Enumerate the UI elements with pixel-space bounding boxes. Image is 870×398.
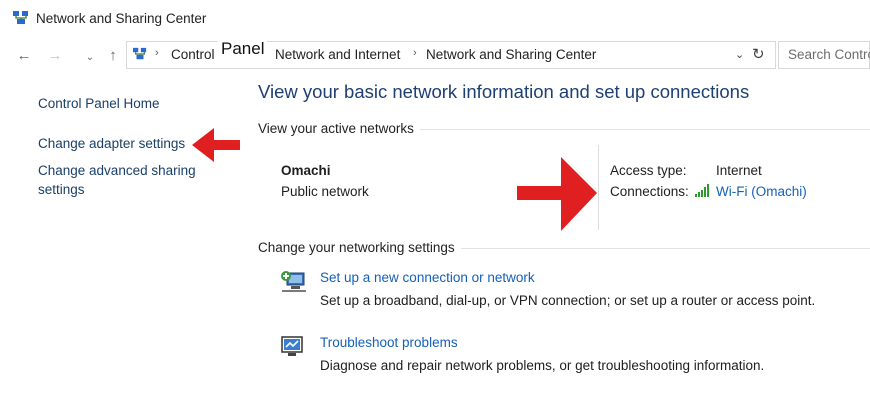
setup-connection-link[interactable]: Set up a new connection or network	[320, 270, 535, 285]
new-connection-icon[interactable]	[280, 268, 308, 294]
change-settings-heading: Change your networking settings	[258, 240, 461, 255]
search-placeholder[interactable]: Search Control Panel	[788, 47, 870, 62]
chevron-right-icon[interactable]: ›	[413, 47, 417, 59]
active-networks-heading: View your active networks	[258, 121, 420, 136]
network-center-icon	[12, 10, 30, 26]
sidebar-item-change-advanced-sharing[interactable]: Change advanced sharing settings	[38, 161, 213, 199]
breadcrumb-network-and-internet[interactable]: Network and Internet	[275, 47, 400, 62]
red-arrow-right-icon	[517, 157, 597, 231]
setup-connection-description: Set up a broadband, dial-up, or VPN conn…	[320, 293, 816, 308]
control-panel-icon	[132, 47, 148, 61]
annotation-label: Panel	[218, 37, 268, 61]
chevron-down-icon[interactable]: ⌄	[735, 48, 744, 61]
page-title: View your basic network information and …	[258, 81, 750, 102]
wifi-connection-link[interactable]: Wi-Fi (Omachi)	[716, 184, 807, 199]
network-name: Omachi	[281, 163, 331, 178]
sidebar-item-change-adapter-settings[interactable]: Change adapter settings	[38, 134, 185, 153]
refresh-icon[interactable]: ↻	[752, 45, 765, 63]
chevron-right-icon[interactable]: ›	[155, 47, 159, 59]
connections-label: Connections:	[610, 184, 689, 199]
back-button[interactable]: ←	[14, 48, 34, 64]
sidebar-item-control-panel-home[interactable]: Control Panel Home	[38, 94, 160, 113]
troubleshoot-icon[interactable]	[280, 335, 306, 359]
network-type: Public network	[281, 184, 369, 199]
recent-locations-chevron-icon[interactable]: ⌄	[80, 50, 100, 66]
troubleshoot-description: Diagnose and repair network problems, or…	[320, 358, 765, 373]
access-type-value: Internet	[716, 163, 762, 178]
access-type-label: Access type:	[610, 163, 687, 178]
window-title: Network and Sharing Center	[36, 11, 207, 26]
troubleshoot-link[interactable]: Troubleshoot problems	[320, 335, 458, 350]
red-arrow-left-icon	[192, 128, 240, 162]
wifi-signal-icon	[695, 184, 709, 197]
breadcrumb-network-sharing-center[interactable]: Network and Sharing Center	[426, 47, 596, 62]
up-button[interactable]: ↑	[103, 48, 123, 64]
forward-button[interactable]: →	[45, 48, 65, 64]
